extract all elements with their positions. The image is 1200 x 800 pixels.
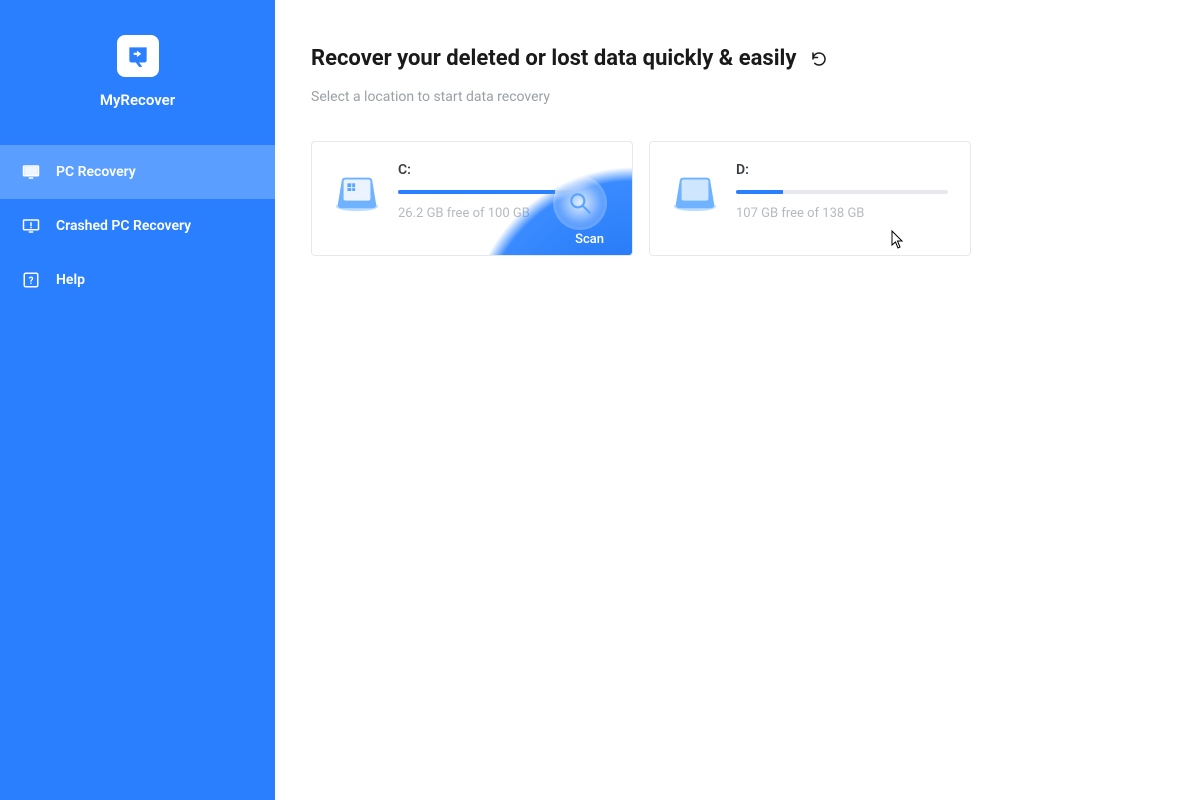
drive-system-icon [334,168,380,214]
drive-card-c[interactable]: C: 26.2 GB free of 100 GB Scan [311,141,633,256]
scan-button[interactable] [556,179,604,227]
sidebar-item-pc-recovery[interactable]: PC Recovery [0,145,275,199]
brand-block: MyRecover [0,0,275,139]
brand-name: MyRecover [100,91,175,109]
sidebar-item-crashed-pc-recovery[interactable]: Crashed PC Recovery [0,199,275,253]
header-row: Recover your deleted or lost data quickl… [311,46,1170,71]
magnifier-icon [567,190,593,216]
drive-grid: C: 26.2 GB free of 100 GB Scan [311,141,1170,256]
drive-free-text: 107 GB free of 138 GB [736,206,948,221]
monitor-icon [22,163,40,181]
sidebar-item-label: Crashed PC Recovery [56,218,191,234]
sidebar: MyRecover PC Recovery Crashed PC Recover… [0,0,275,800]
drive-usage-fill [736,190,783,194]
logo-icon [125,43,151,69]
monitor-alert-icon [22,217,40,235]
scan-label: Scan [575,232,604,247]
page-subtitle: Select a location to start data recovery [311,89,1170,105]
drive-usage-bar [736,190,948,194]
main-area: Recover your deleted or lost data quickl… [275,0,1200,800]
drive-info: D: 107 GB free of 138 GB [736,162,948,221]
page-title: Recover your deleted or lost data quickl… [311,46,796,71]
drive-card-d[interactable]: D: 107 GB free of 138 GB [649,141,971,256]
help-icon: ? [22,271,40,289]
sidebar-item-label: PC Recovery [56,164,136,180]
drive-data-icon [672,168,718,214]
refresh-icon[interactable] [810,50,828,68]
app-logo [117,35,159,77]
svg-text:?: ? [29,276,34,287]
sidebar-nav: PC Recovery Crashed PC Recovery ? Help [0,145,275,307]
sidebar-item-label: Help [56,272,85,288]
drive-label: D: [736,162,948,178]
hover-wave-decoration [452,141,633,256]
sidebar-item-help[interactable]: ? Help [0,253,275,307]
